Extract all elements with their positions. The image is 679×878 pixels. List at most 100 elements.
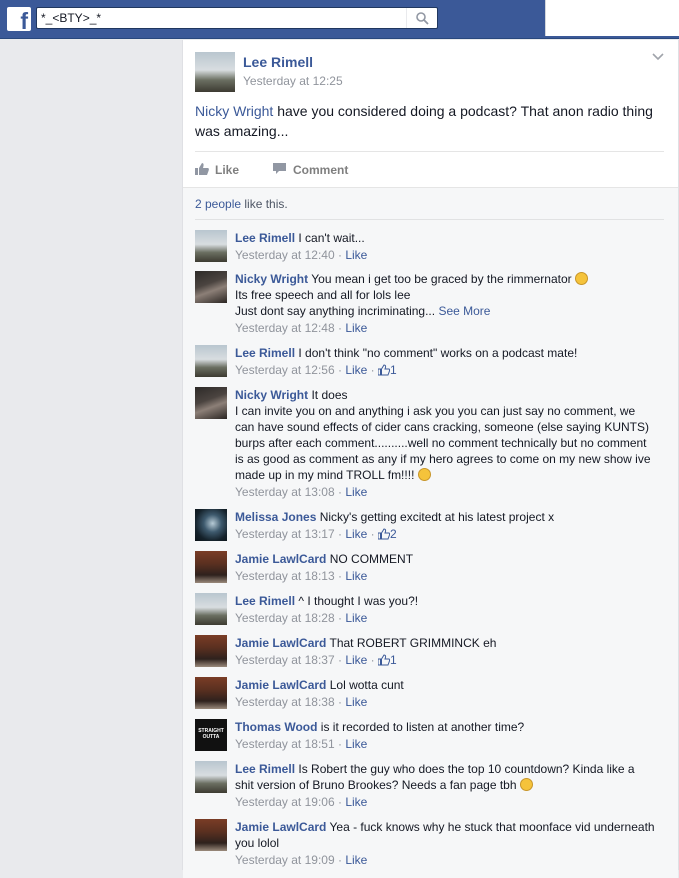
comment-time[interactable]: Yesterday at 12:56: [235, 363, 335, 377]
post-card: Lee Rimell Yesterday at 12:25 Nicky Wrig…: [182, 40, 679, 878]
search-button[interactable]: [406, 8, 437, 28]
gasp-emoji-icon: [574, 272, 588, 285]
comment-like-link[interactable]: Like: [345, 248, 367, 262]
comment-like-link[interactable]: Like: [345, 853, 367, 867]
commenter-avatar[interactable]: [195, 387, 227, 419]
commenter-avatar[interactable]: [195, 230, 227, 262]
comment-text: I don't think "no comment" works on a po…: [298, 346, 578, 360]
top-right-panel: [545, 0, 679, 36]
comment-like-count[interactable]: 1: [390, 653, 397, 667]
comment-text: I can't wait...: [298, 231, 365, 245]
post-author[interactable]: Lee Rimell: [243, 54, 313, 70]
comment-time[interactable]: Yesterday at 12:40: [235, 248, 335, 262]
comment-meta: Yesterday at 12:48 · Like: [235, 321, 368, 335]
commenter-avatar[interactable]: [195, 635, 227, 667]
likes-summary: 2 people like this.: [195, 197, 288, 211]
comment-time[interactable]: Yesterday at 13:17: [235, 527, 335, 541]
facebook-logo[interactable]: f: [7, 7, 31, 33]
divider: [195, 219, 664, 220]
post-text: Nicky Wright have you considered doing a…: [195, 103, 653, 139]
comment-like-link[interactable]: Like: [345, 485, 367, 499]
commenter-name[interactable]: Nicky Wright: [235, 272, 308, 286]
comment-like-link[interactable]: Like: [345, 737, 367, 751]
see-more-link[interactable]: See More: [438, 304, 490, 318]
comment-time[interactable]: Yesterday at 18:28: [235, 611, 335, 625]
commenter-name[interactable]: Jamie LawlCard: [235, 636, 326, 650]
search-input[interactable]: [41, 9, 401, 27]
comment-like-link[interactable]: Like: [345, 569, 367, 583]
thumbs-up-icon: [195, 163, 209, 175]
commenter-avatar[interactable]: [195, 593, 227, 625]
comment-meta: Yesterday at 18:37 · Like · 1: [235, 653, 397, 667]
comment-text: ^ I thought I was you?!: [298, 594, 419, 608]
commenter-name[interactable]: Lee Rimell: [235, 346, 295, 360]
mention-link[interactable]: Nicky Wright: [195, 103, 273, 119]
comment-like-link[interactable]: Like: [345, 653, 367, 667]
thumbs-up-icon: [378, 654, 390, 666]
comment-meta: Yesterday at 12:56 · Like · 1: [235, 363, 397, 377]
commenter-name[interactable]: Jamie LawlCard: [235, 552, 326, 566]
comment-time[interactable]: Yesterday at 18:13: [235, 569, 335, 583]
commenter-name[interactable]: Nicky Wright: [235, 388, 308, 402]
commenter-avatar[interactable]: [195, 345, 227, 377]
commenter-name[interactable]: Lee Rimell: [235, 231, 295, 245]
comment-time[interactable]: Yesterday at 18:37: [235, 653, 335, 667]
comment-like-count[interactable]: 1: [390, 363, 397, 377]
comment-meta: Yesterday at 18:51 · Like: [235, 737, 368, 751]
comment-text: Its free speech and all for lols lee: [235, 288, 411, 302]
commenter-name[interactable]: Lee Rimell: [235, 762, 295, 776]
comment-time[interactable]: Yesterday at 19:09: [235, 853, 335, 867]
post-timestamp[interactable]: Yesterday at 12:25: [243, 74, 343, 88]
commenter-avatar[interactable]: [195, 819, 227, 851]
comment-meta: Yesterday at 13:08 · Like: [235, 485, 368, 499]
comment-like-count[interactable]: 2: [390, 527, 397, 541]
commenter-name[interactable]: Jamie LawlCard: [235, 820, 326, 834]
comment-meta: Yesterday at 13:17 · Like · 2: [235, 527, 397, 541]
commenter-avatar[interactable]: [195, 761, 227, 793]
commenter-avatar[interactable]: STRAIGHT OUTTA: [195, 719, 227, 751]
thumbs-up-icon: [378, 528, 390, 540]
commenter-name[interactable]: Thomas Wood: [235, 720, 317, 734]
comment-text: NO COMMENT: [329, 552, 414, 566]
chevron-down-icon[interactable]: [652, 53, 664, 61]
comment-like-link[interactable]: Like: [345, 321, 367, 335]
comment-meta: Yesterday at 19:06 · Like: [235, 795, 368, 809]
commenter-avatar[interactable]: [195, 271, 227, 303]
comment-text: You mean i get too be graced by the rimm…: [311, 272, 572, 286]
comment-time[interactable]: Yesterday at 12:48: [235, 321, 335, 335]
commenter-name[interactable]: Lee Rimell: [235, 594, 295, 608]
commenter-avatar[interactable]: [195, 551, 227, 583]
search-icon: [416, 12, 429, 25]
comment-time[interactable]: Yesterday at 19:06: [235, 795, 335, 809]
comment-text: Is Robert the guy who does the top 10 co…: [235, 762, 635, 792]
comment-text: is it recorded to listen at another time…: [320, 720, 525, 734]
comments-section: 2 people like this. Lee Rimell I can't w…: [183, 187, 678, 878]
comment-like-link[interactable]: Like: [345, 527, 367, 541]
comment-text: I can invite you on and anything i ask y…: [235, 404, 651, 482]
commenter-name[interactable]: Jamie LawlCard: [235, 678, 326, 692]
search-box[interactable]: [36, 7, 438, 29]
commenter-avatar[interactable]: [195, 509, 227, 541]
comment-time[interactable]: Yesterday at 18:51: [235, 737, 335, 751]
comment-meta: Yesterday at 19:09 · Like: [235, 853, 368, 867]
comment-like-link[interactable]: Like: [345, 795, 367, 809]
comment-like-link[interactable]: Like: [345, 611, 367, 625]
comment-icon: [273, 163, 286, 174]
comment-time[interactable]: Yesterday at 13:08: [235, 485, 335, 499]
author-avatar[interactable]: [195, 52, 235, 92]
comment-text: Just dont say anything incriminating...: [235, 304, 436, 318]
comment-like-link[interactable]: Like: [345, 363, 367, 377]
top-navigation-bar: f: [0, 0, 679, 39]
commenter-name[interactable]: Melissa Jones: [235, 510, 316, 524]
comment-meta: Yesterday at 12:40 · Like: [235, 248, 368, 262]
comment-meta: Yesterday at 18:13 · Like: [235, 569, 368, 583]
comment-text: Lol wotta cunt: [329, 678, 404, 692]
comment-meta: Yesterday at 18:38 · Like: [235, 695, 368, 709]
comment-text: Nicky's getting excitedt at his latest p…: [319, 510, 555, 524]
thumbs-up-icon: [378, 364, 390, 376]
likes-count-link[interactable]: 2 people: [195, 197, 241, 211]
commenter-avatar[interactable]: [195, 677, 227, 709]
comment-like-link[interactable]: Like: [345, 695, 367, 709]
comment-text: That ROBERT GRIMMINCK eh: [329, 636, 497, 650]
comment-time[interactable]: Yesterday at 18:38: [235, 695, 335, 709]
